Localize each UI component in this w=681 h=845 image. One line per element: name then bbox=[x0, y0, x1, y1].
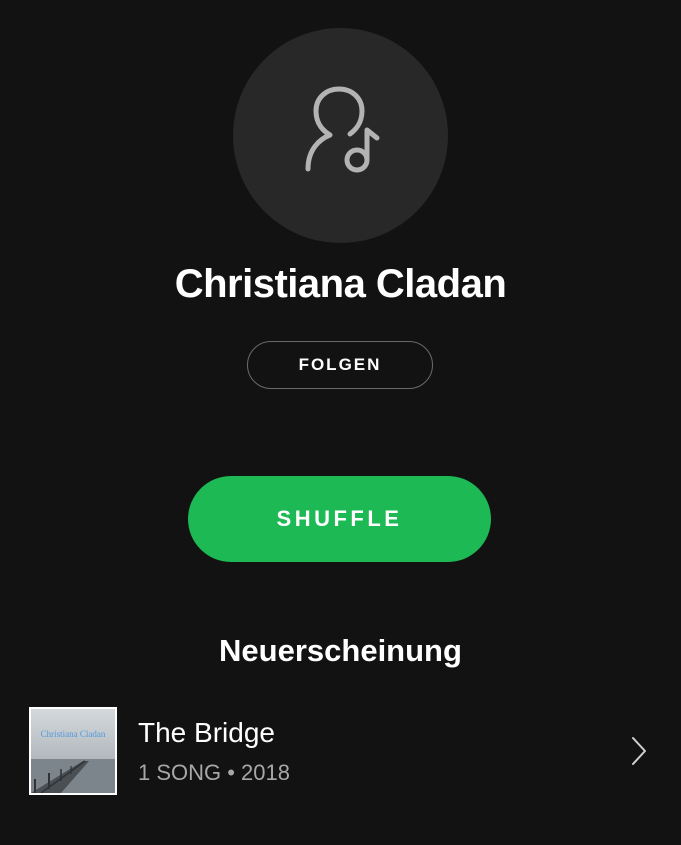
shuffle-button[interactable]: SHUFFLE bbox=[188, 476, 491, 562]
album-cover: Christiana Cladan bbox=[29, 707, 117, 795]
album-cover-image bbox=[31, 709, 115, 793]
album-cover-text: Christiana Cladan bbox=[40, 729, 106, 739]
follow-button[interactable]: FOLGEN bbox=[247, 341, 433, 389]
chevron-right-icon bbox=[632, 737, 646, 765]
release-title: The Bridge bbox=[138, 717, 275, 748]
section-title-new-release: Neuerscheinung bbox=[219, 633, 462, 668]
artist-avatar bbox=[233, 28, 448, 243]
artist-name: Christiana Cladan bbox=[174, 262, 507, 306]
release-list-item[interactable]: Christiana Cladan The Bridge 1 SONG • 20… bbox=[0, 700, 681, 800]
release-meta: 1 SONG • 2018 bbox=[138, 760, 291, 785]
artist-placeholder-icon bbox=[305, 86, 379, 172]
